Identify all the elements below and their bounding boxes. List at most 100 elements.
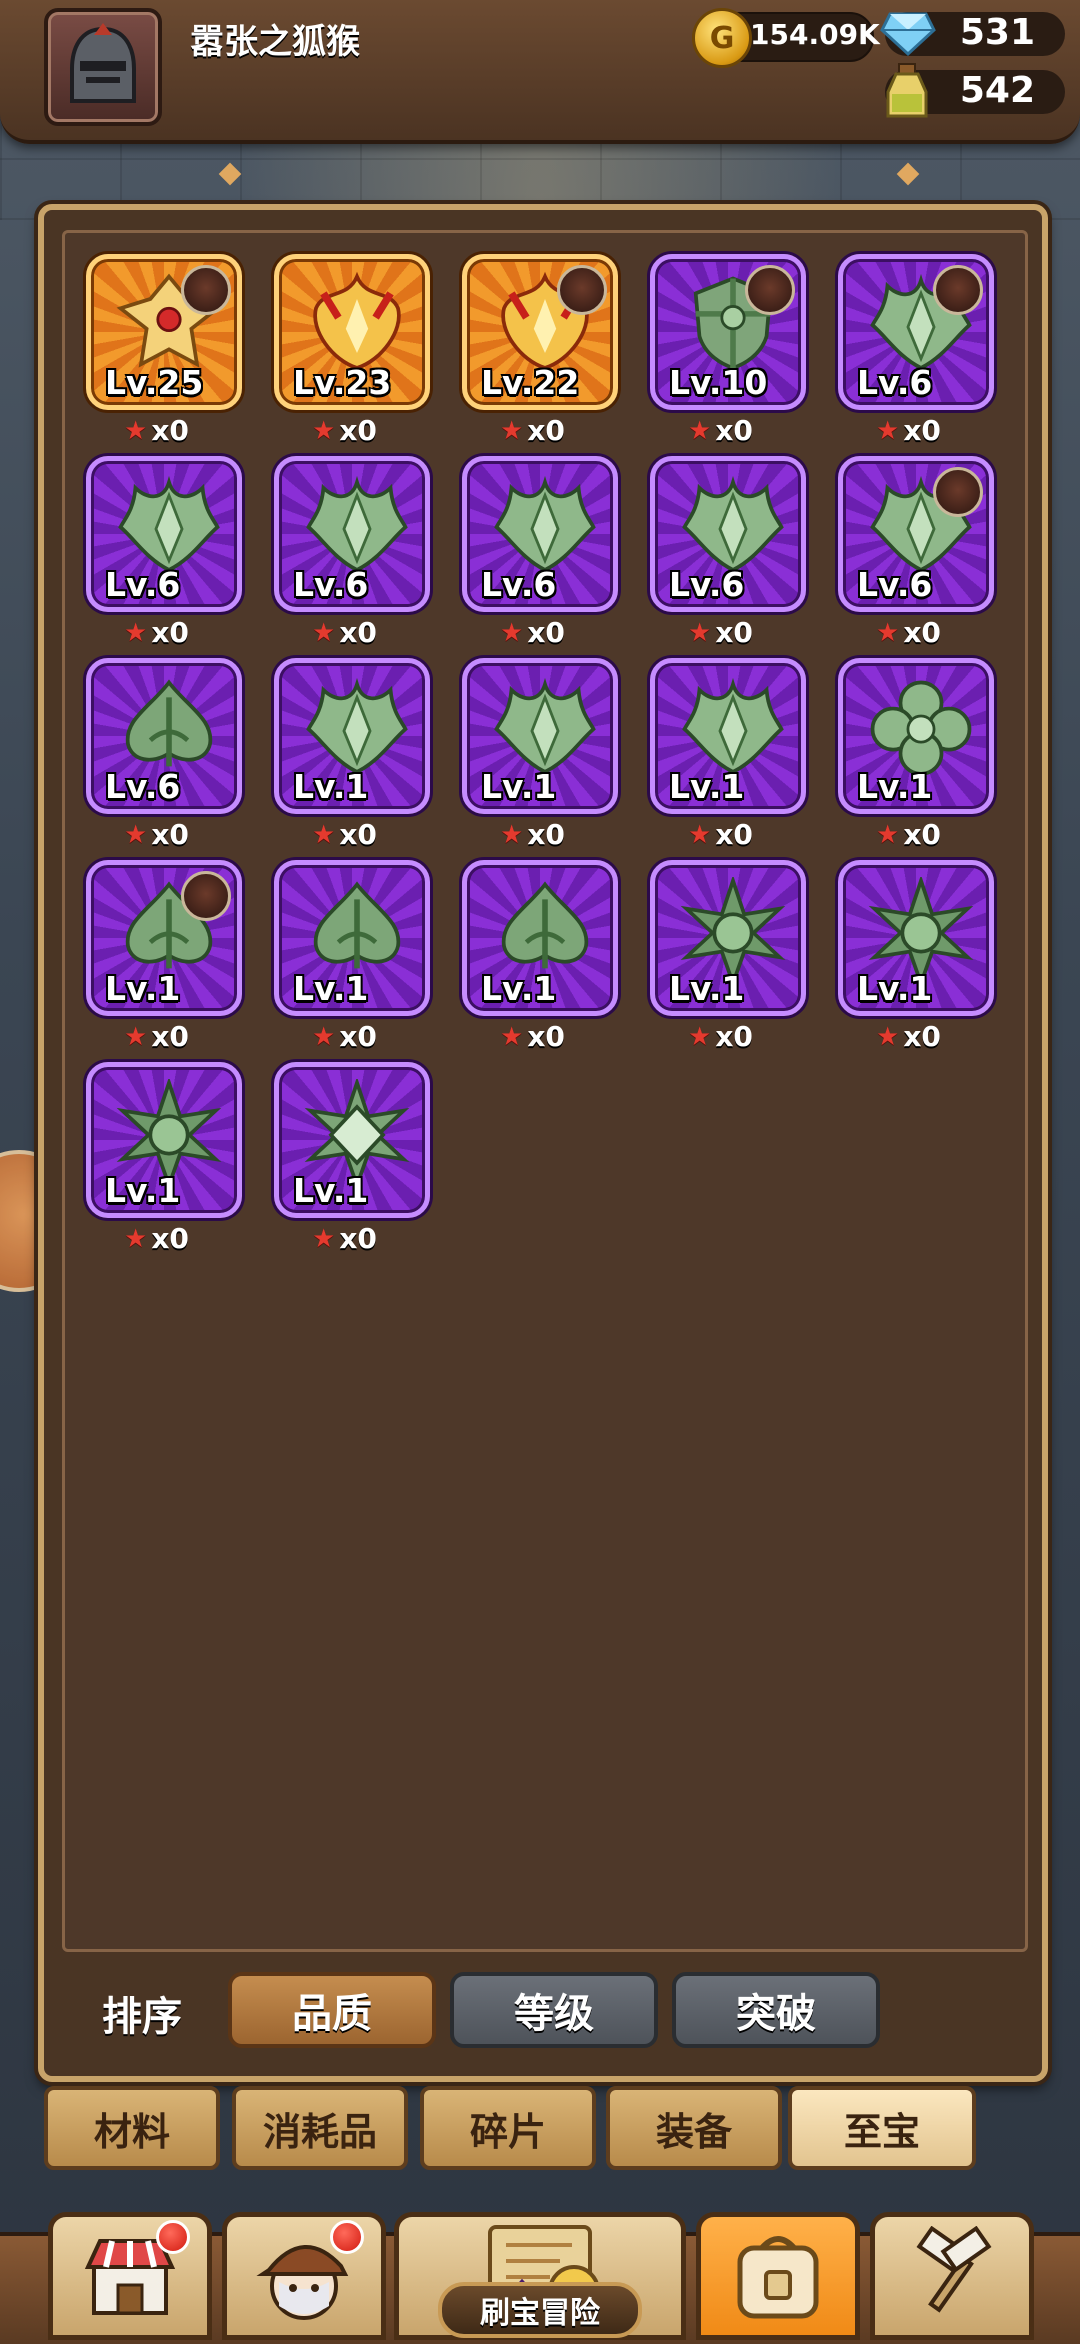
- item-star-count: ★ x0: [688, 818, 753, 851]
- treasure-item[interactable]: Lv.1 ★ x0: [838, 860, 994, 1060]
- treasure-item[interactable]: Lv.1 ★ x0: [274, 860, 430, 1060]
- star-icon: ★: [312, 617, 336, 648]
- star-count-value: x0: [527, 616, 565, 649]
- item-star-count: ★ x0: [312, 1020, 377, 1053]
- tab-treasures[interactable]: 至宝: [788, 2086, 976, 2170]
- star-icon: ★: [876, 1021, 900, 1052]
- star-icon: ★: [312, 1021, 336, 1052]
- star-icon: ★: [312, 819, 336, 850]
- item-level: Lv.6: [857, 565, 933, 604]
- item-level: Lv.6: [293, 565, 369, 604]
- player-name: 嚣张之狐猴: [190, 22, 360, 62]
- treasure-frame: Lv.1: [650, 658, 806, 814]
- item-level: Lv.6: [105, 767, 181, 806]
- item-level: Lv.6: [105, 565, 181, 604]
- star-count-value: x0: [339, 414, 377, 447]
- star-icon: ★: [312, 1223, 336, 1254]
- item-star-count: ★ x0: [312, 818, 377, 851]
- bag-icon: [737, 2236, 819, 2319]
- potion-amount: 542: [959, 70, 1035, 111]
- star-icon: ★: [124, 1021, 148, 1052]
- nav-forge[interactable]: [870, 2212, 1034, 2340]
- star-icon: ★: [500, 819, 524, 850]
- treasure-frame: Lv.1: [86, 860, 242, 1016]
- hero-badge-icon: [933, 467, 983, 517]
- treasure-item[interactable]: Lv.6 ★ x0: [650, 456, 806, 656]
- treasure-item[interactable]: Lv.6 ★ x0: [838, 456, 994, 656]
- player-avatar[interactable]: [44, 8, 162, 126]
- item-level: Lv.1: [481, 767, 557, 806]
- star-count-value: x0: [339, 616, 377, 649]
- treasure-item[interactable]: Lv.1 ★ x0: [650, 658, 806, 858]
- treasure-frame: Lv.10: [650, 254, 806, 410]
- star-count-value: x0: [151, 818, 189, 851]
- treasure-frame: Lv.6: [86, 658, 242, 814]
- sort-quality-button[interactable]: 品质: [228, 1972, 436, 2048]
- star-icon: ★: [876, 415, 900, 446]
- star-count-value: x0: [339, 818, 377, 851]
- treasure-item[interactable]: Lv.25 ★ x0: [86, 254, 242, 454]
- item-level: Lv.6: [669, 565, 745, 604]
- treasure-item[interactable]: Lv.1 ★ x0: [86, 1062, 242, 1262]
- treasure-item[interactable]: Lv.1 ★ x0: [462, 658, 618, 858]
- tab-materials[interactable]: 材料: [44, 2086, 220, 2170]
- potion-bottle-icon: [886, 63, 928, 118]
- star-icon: ★: [312, 415, 336, 446]
- forge-hammer-icon: [916, 2226, 992, 2313]
- star-icon: ★: [876, 617, 900, 648]
- treasure-frame: Lv.1: [462, 658, 618, 814]
- treasure-item[interactable]: Lv.1 ★ x0: [838, 658, 994, 858]
- item-level: Lv.1: [293, 1171, 369, 1210]
- treasure-frame: Lv.6: [838, 456, 994, 612]
- star-count-value: x0: [151, 616, 189, 649]
- gem-amount: 531: [959, 12, 1035, 53]
- item-star-count: ★ x0: [124, 1020, 189, 1053]
- treasure-item[interactable]: Lv.1 ★ x0: [274, 1062, 430, 1262]
- treasure-item[interactable]: Lv.1 ★ x0: [274, 658, 430, 858]
- item-level: Lv.1: [669, 969, 745, 1008]
- adventure-label[interactable]: 刷宝冒险: [438, 2282, 642, 2338]
- star-count-value: x0: [715, 414, 753, 447]
- gold-coin-icon: G: [692, 8, 752, 68]
- item-star-count: ★ x0: [500, 414, 565, 447]
- nav-bag[interactable]: [696, 2212, 860, 2340]
- star-count-value: x0: [339, 1020, 377, 1053]
- star-icon: ★: [688, 617, 712, 648]
- item-star-count: ★ x0: [312, 414, 377, 447]
- treasure-item[interactable]: Lv.1 ★ x0: [650, 860, 806, 1060]
- tab-equipment[interactable]: 装备: [606, 2086, 782, 2170]
- treasure-frame: Lv.1: [274, 860, 430, 1016]
- treasure-item[interactable]: Lv.23 ★ x0: [274, 254, 430, 454]
- item-star-count: ★ x0: [876, 1020, 941, 1053]
- hero-badge-icon: [181, 265, 231, 315]
- treasure-item[interactable]: Lv.22 ★ x0: [462, 254, 618, 454]
- star-count-value: x0: [715, 818, 753, 851]
- star-count-value: x0: [151, 1020, 189, 1053]
- tab-consumables[interactable]: 消耗品: [232, 2086, 408, 2170]
- star-icon: ★: [124, 415, 148, 446]
- item-level: Lv.23: [293, 363, 392, 402]
- star-count-value: x0: [903, 414, 941, 447]
- treasure-item[interactable]: Lv.6 ★ x0: [274, 456, 430, 656]
- sort-breakthrough-button[interactable]: 突破: [672, 1972, 880, 2048]
- item-star-count: ★ x0: [876, 818, 941, 851]
- item-star-count: ★ x0: [312, 616, 377, 649]
- treasure-item[interactable]: Lv.1 ★ x0: [462, 860, 618, 1060]
- treasure-item[interactable]: Lv.6 ★ x0: [86, 456, 242, 656]
- item-star-count: ★ x0: [500, 818, 565, 851]
- sort-level-button[interactable]: 等级: [450, 1972, 658, 2048]
- item-level: Lv.1: [293, 767, 369, 806]
- treasure-frame: Lv.1: [838, 658, 994, 814]
- tab-fragments[interactable]: 碎片: [420, 2086, 596, 2170]
- treasure-item[interactable]: Lv.6 ★ x0: [838, 254, 994, 454]
- item-star-count: ★ x0: [500, 616, 565, 649]
- treasure-item[interactable]: Lv.1 ★ x0: [86, 860, 242, 1060]
- hero-badge-icon: [745, 265, 795, 315]
- treasure-item[interactable]: Lv.6 ★ x0: [86, 658, 242, 858]
- item-level: Lv.1: [481, 969, 557, 1008]
- treasure-item[interactable]: Lv.6 ★ x0: [462, 456, 618, 656]
- treasure-item[interactable]: Lv.10 ★ x0: [650, 254, 806, 454]
- item-star-count: ★ x0: [688, 616, 753, 649]
- sort-label: 排序: [102, 1994, 182, 2040]
- item-level: Lv.1: [293, 969, 369, 1008]
